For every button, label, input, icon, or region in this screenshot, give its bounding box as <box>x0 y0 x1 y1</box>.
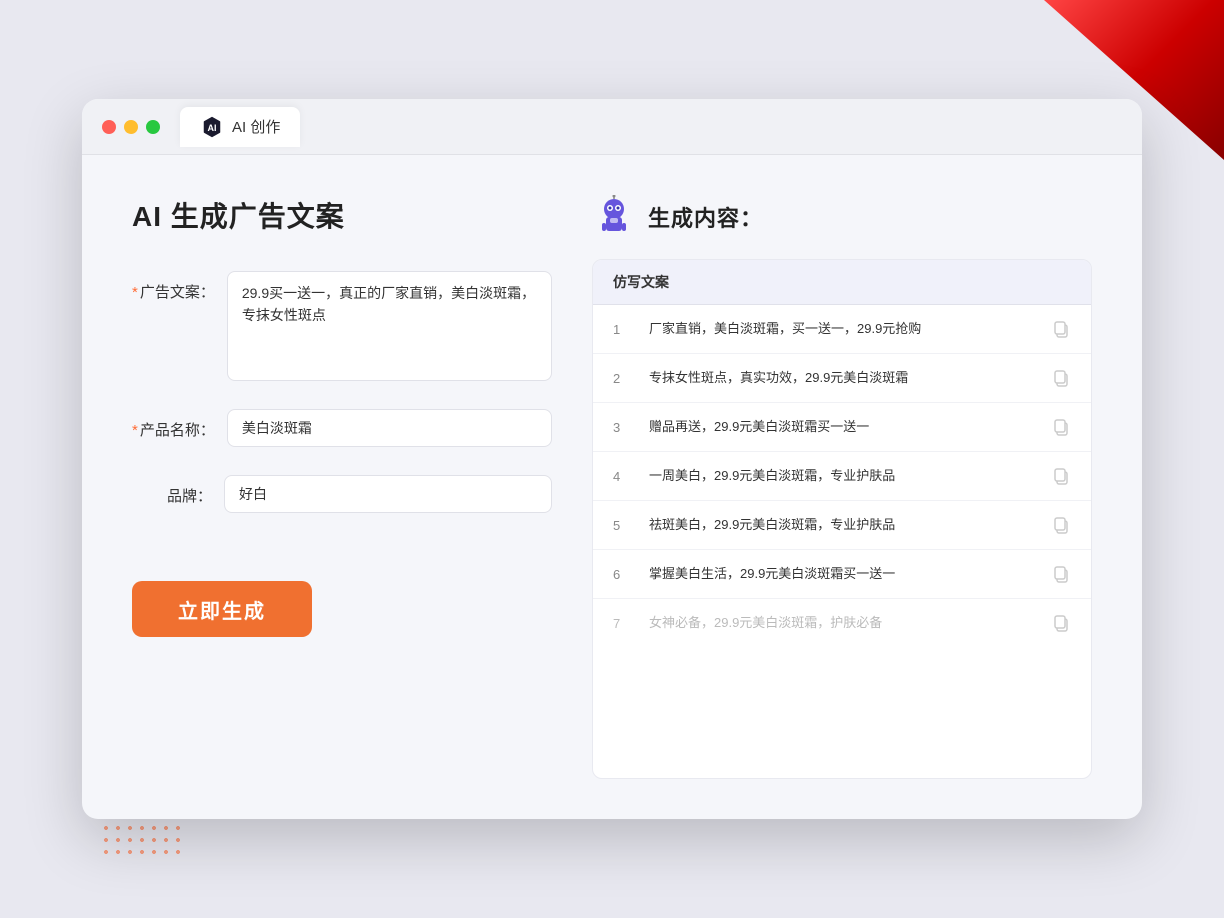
browser-window: AI AI 创作 AI 生成广告文案 *广告文案： *产品名称： <box>82 99 1142 819</box>
robot-icon <box>592 195 636 239</box>
table-row: 7 女神必备，29.9元美白淡斑霜，护肤必备 <box>593 599 1091 647</box>
row-text: 女神必备，29.9元美白淡斑霜，护肤必备 <box>649 613 1035 633</box>
result-title: 生成内容： <box>648 201 763 233</box>
ad-copy-input[interactable] <box>227 271 552 381</box>
ai-tab[interactable]: AI AI 创作 <box>180 107 300 147</box>
result-header: 生成内容： <box>592 195 1092 239</box>
generate-button[interactable]: 立即生成 <box>132 581 312 637</box>
row-number: 5 <box>613 518 633 533</box>
product-required: * <box>132 422 138 439</box>
maximize-button[interactable] <box>146 120 160 134</box>
product-label: *产品名称： <box>132 409 215 440</box>
copy-icon[interactable] <box>1051 466 1071 486</box>
row-number: 7 <box>613 616 633 631</box>
table-row: 1 厂家直销，美白淡斑霜，买一送一，29.9元抢购 <box>593 305 1091 354</box>
copy-icon[interactable] <box>1051 368 1071 388</box>
row-number: 2 <box>613 371 633 386</box>
row-number: 1 <box>613 322 633 337</box>
svg-text:AI: AI <box>208 123 217 133</box>
row-text: 赠品再送，29.9元美白淡斑霜买一送一 <box>649 417 1035 437</box>
copy-icon[interactable] <box>1051 613 1071 633</box>
right-panel: 生成内容： 仿写文案 1 厂家直销，美白淡斑霜，买一送一，29.9元抢购 2 专抹女… <box>592 195 1092 779</box>
brand-label: 品牌： <box>132 475 212 506</box>
title-bar: AI AI 创作 <box>82 99 1142 155</box>
table-row: 5 祛斑美白，29.9元美白淡斑霜，专业护肤品 <box>593 501 1091 550</box>
copy-icon[interactable] <box>1051 515 1071 535</box>
row-number: 4 <box>613 469 633 484</box>
brand-group: 品牌： <box>132 475 552 513</box>
traffic-lights <box>102 120 160 134</box>
row-text: 厂家直销，美白淡斑霜，买一送一，29.9元抢购 <box>649 319 1035 339</box>
copy-icon[interactable] <box>1051 417 1071 437</box>
content-area: AI 生成广告文案 *广告文案： *产品名称： 品牌： 立 <box>82 155 1142 819</box>
ai-tab-icon: AI <box>200 115 224 139</box>
table-row: 2 专抹女性斑点，真实功效，29.9元美白淡斑霜 <box>593 354 1091 403</box>
result-rows-container: 1 厂家直销，美白淡斑霜，买一送一，29.9元抢购 2 专抹女性斑点，真实功效，29… <box>593 305 1091 647</box>
ad-copy-required: * <box>132 284 138 301</box>
product-input[interactable] <box>227 409 552 447</box>
row-number: 3 <box>613 420 633 435</box>
page-title: AI 生成广告文案 <box>132 195 552 235</box>
copy-icon[interactable] <box>1051 564 1071 584</box>
row-number: 6 <box>613 567 633 582</box>
table-row: 3 赠品再送，29.9元美白淡斑霜买一送一 <box>593 403 1091 452</box>
ad-copy-label: *广告文案： <box>132 271 215 302</box>
row-text: 祛斑美白，29.9元美白淡斑霜，专业护肤品 <box>649 515 1035 535</box>
product-group: *产品名称： <box>132 409 552 447</box>
table-row: 4 一周美白，29.9元美白淡斑霜，专业护肤品 <box>593 452 1091 501</box>
row-text: 专抹女性斑点，真实功效，29.9元美白淡斑霜 <box>649 368 1035 388</box>
copy-icon[interactable] <box>1051 319 1071 339</box>
result-table: 仿写文案 1 厂家直销，美白淡斑霜，买一送一，29.9元抢购 2 专抹女性斑点，真实… <box>592 259 1092 779</box>
row-text: 掌握美白生活，29.9元美白淡斑霜买一送一 <box>649 564 1035 584</box>
close-button[interactable] <box>102 120 116 134</box>
minimize-button[interactable] <box>124 120 138 134</box>
table-row: 6 掌握美白生活，29.9元美白淡斑霜买一送一 <box>593 550 1091 599</box>
left-panel: AI 生成广告文案 *广告文案： *产品名称： 品牌： 立 <box>132 195 552 779</box>
tab-label: AI 创作 <box>232 116 280 137</box>
ad-copy-group: *广告文案： <box>132 271 552 381</box>
table-header: 仿写文案 <box>593 260 1091 305</box>
brand-input[interactable] <box>224 475 552 513</box>
row-text: 一周美白，29.9元美白淡斑霜，专业护肤品 <box>649 466 1035 486</box>
